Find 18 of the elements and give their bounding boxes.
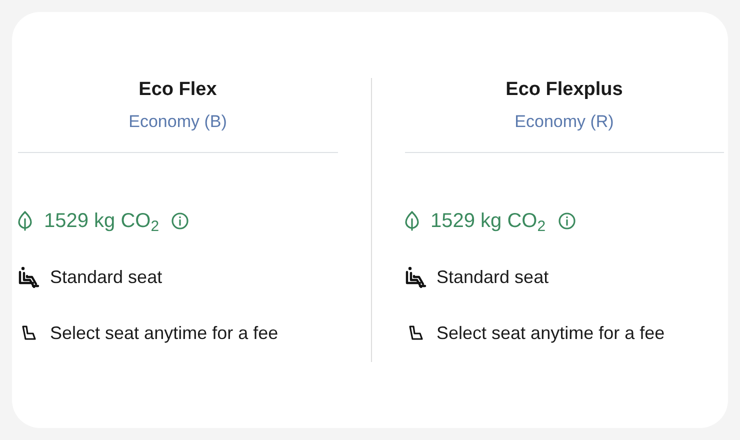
feature-text: Standard seat [436, 266, 549, 289]
feature-text: Standard seat [50, 266, 162, 289]
emissions-value: 1529 kg CO$_{2}$ [44, 209, 160, 233]
seat-icon [404, 266, 426, 288]
seat-icon [18, 266, 40, 288]
cabin-class: Economy (B) [128, 111, 227, 133]
seat-icon [21, 325, 37, 341]
feature-text: Select seat anytime for a fee [50, 322, 278, 345]
seat-icon [408, 325, 424, 341]
leaf-icon [18, 211, 32, 231]
leaf-icon [404, 211, 418, 231]
info-icon[interactable] [558, 212, 576, 230]
info-icon[interactable] [171, 212, 190, 230]
emissions-value: 1529 kg CO$_{2}$ [430, 209, 546, 233]
fare-name: Eco Flexplus [506, 78, 623, 102]
cabin-class: Economy (R) [514, 111, 614, 133]
feature-text: Select seat anytime for a fee [436, 322, 665, 345]
fare-name: Eco Flex [138, 78, 217, 102]
